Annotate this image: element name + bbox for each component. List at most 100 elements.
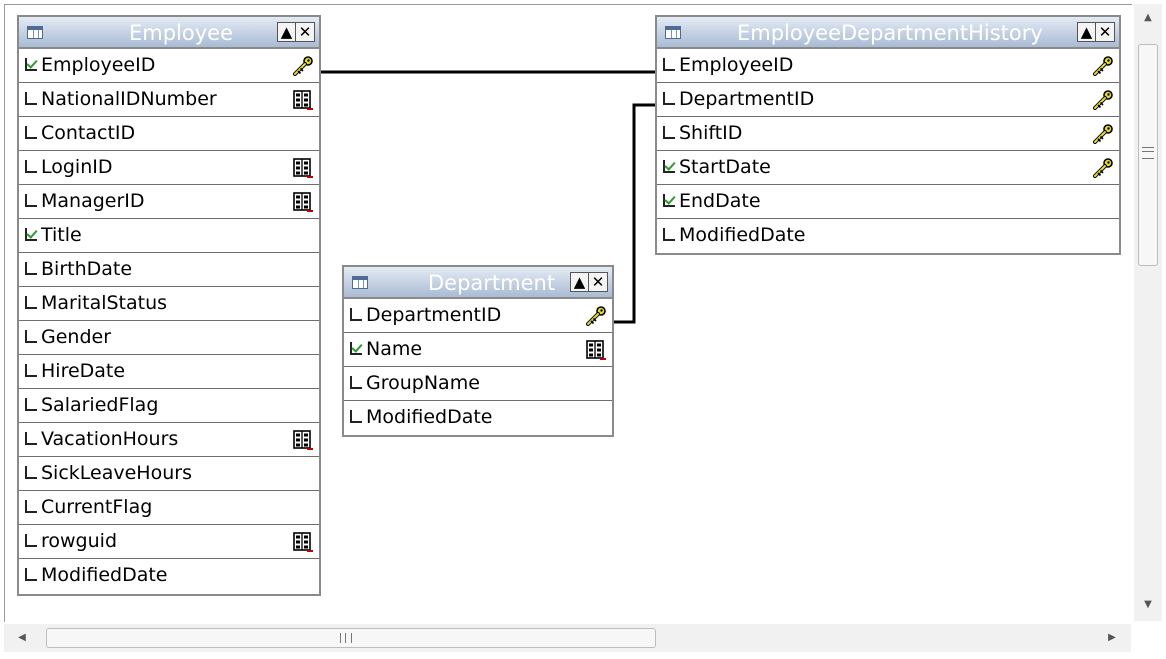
employee-department-history-table[interactable]: EmployeeDepartmentHistory ▲ ✕ EmployeeID… — [655, 15, 1121, 255]
column-row[interactable]: SalariedFlag — [19, 389, 319, 423]
column-row[interactable]: DepartmentID — [344, 299, 612, 333]
department-column-list: DepartmentID Name GroupName ModifiedDate — [344, 299, 612, 435]
column-checkbox[interactable] — [25, 364, 37, 377]
column-name: VacationHours — [41, 428, 179, 450]
diagram-window: Employee ▲ ✕ EmployeeID NationalIDNumber C… — [0, 0, 1166, 659]
column-checkbox[interactable] — [25, 58, 37, 71]
column-checkbox[interactable] — [25, 432, 37, 445]
column-row[interactable]: CurrentFlag — [19, 491, 319, 525]
horizontal-scrollbar[interactable]: ◀ ▶ — [4, 624, 1131, 652]
table-title: Employee — [129, 21, 234, 45]
column-row[interactable]: Name — [344, 333, 612, 367]
relationship-department-history[interactable] — [614, 103, 655, 324]
grip-icon — [1142, 147, 1154, 159]
column-checkbox[interactable] — [25, 194, 37, 207]
column-row[interactable]: EndDate — [657, 185, 1119, 219]
column-name: HireDate — [41, 360, 126, 382]
table-icon — [665, 26, 681, 39]
column-checkbox[interactable] — [25, 228, 37, 241]
column-name: ContactID — [41, 122, 136, 144]
employee-table[interactable]: Employee ▲ ✕ EmployeeID NationalIDNumber C… — [17, 15, 321, 596]
primary-key-icon — [1092, 158, 1114, 178]
column-checkbox[interactable] — [663, 58, 675, 71]
scroll-up-button[interactable]: ▲ — [570, 272, 589, 292]
column-checkbox[interactable] — [663, 126, 675, 139]
column-name: LoginID — [41, 156, 113, 178]
column-row[interactable]: Title — [19, 219, 319, 253]
column-checkbox[interactable] — [25, 126, 37, 139]
column-name: EmployeeID — [679, 54, 794, 76]
column-name: ModifiedDate — [41, 564, 168, 586]
column-name: rowguid — [41, 530, 117, 552]
column-name: Name — [366, 338, 423, 360]
column-row[interactable]: MaritalStatus — [19, 287, 319, 321]
column-name: ModifiedDate — [366, 406, 493, 428]
vertical-scrollbar[interactable]: ▲ ▼ — [1134, 4, 1162, 621]
close-table-button[interactable]: ✕ — [296, 22, 315, 42]
column-row[interactable]: ShiftID — [657, 117, 1119, 151]
column-checkbox[interactable] — [25, 330, 37, 343]
column-row[interactable]: StartDate — [657, 151, 1119, 185]
column-checkbox[interactable] — [25, 534, 37, 547]
diagram-pane[interactable]: Employee ▲ ✕ EmployeeID NationalIDNumber C… — [4, 4, 1132, 622]
table-title: EmployeeDepartmentHistory — [737, 21, 1043, 45]
scroll-right-arrow-icon[interactable]: ▶ — [1102, 628, 1122, 648]
column-name: ShiftID — [679, 122, 743, 144]
scroll-up-arrow-icon[interactable]: ▲ — [1138, 8, 1158, 28]
index-icon — [292, 90, 314, 110]
table-icon — [27, 26, 43, 39]
column-row[interactable]: ModifiedDate — [19, 559, 319, 593]
column-row[interactable]: BirthDate — [19, 253, 319, 287]
horizontal-scroll-thumb[interactable] — [46, 628, 656, 648]
column-row[interactable]: VacationHours — [19, 423, 319, 457]
history-title-bar[interactable]: EmployeeDepartmentHistory ▲ ✕ — [657, 17, 1119, 49]
column-row[interactable]: HireDate — [19, 355, 319, 389]
column-checkbox[interactable] — [350, 308, 362, 321]
scroll-up-button[interactable]: ▲ — [277, 22, 296, 42]
column-row[interactable]: ContactID — [19, 117, 319, 151]
column-checkbox[interactable] — [350, 410, 362, 423]
column-row[interactable]: DepartmentID — [657, 83, 1119, 117]
column-row[interactable]: ModifiedDate — [344, 401, 612, 435]
column-name: SalariedFlag — [41, 394, 159, 416]
column-row[interactable]: EmployeeID — [19, 49, 319, 83]
department-title-bar[interactable]: Department ▲ ✕ — [344, 267, 612, 299]
column-checkbox[interactable] — [350, 342, 362, 355]
column-checkbox[interactable] — [663, 160, 675, 173]
column-checkbox[interactable] — [663, 228, 675, 241]
column-row[interactable]: EmployeeID — [657, 49, 1119, 83]
column-checkbox[interactable] — [350, 376, 362, 389]
column-checkbox[interactable] — [25, 398, 37, 411]
column-checkbox[interactable] — [25, 160, 37, 173]
column-row[interactable]: NationalIDNumber — [19, 83, 319, 117]
column-checkbox[interactable] — [25, 296, 37, 309]
column-checkbox[interactable] — [25, 568, 37, 581]
table-title: Department — [428, 271, 556, 295]
primary-key-icon — [1092, 124, 1114, 144]
column-row[interactable]: SickLeaveHours — [19, 457, 319, 491]
column-name: Gender — [41, 326, 112, 348]
primary-key-icon — [1092, 56, 1114, 76]
column-row[interactable]: Gender — [19, 321, 319, 355]
column-checkbox[interactable] — [663, 194, 675, 207]
close-table-button[interactable]: ✕ — [589, 272, 608, 292]
column-checkbox[interactable] — [663, 92, 675, 105]
column-row[interactable]: GroupName — [344, 367, 612, 401]
vertical-scroll-thumb[interactable] — [1138, 44, 1158, 266]
column-checkbox[interactable] — [25, 466, 37, 479]
close-table-button[interactable]: ✕ — [1096, 22, 1115, 42]
column-name: GroupName — [366, 372, 480, 394]
column-row[interactable]: ManagerID — [19, 185, 319, 219]
scroll-up-button[interactable]: ▲ — [1077, 22, 1096, 42]
column-row[interactable]: LoginID — [19, 151, 319, 185]
scroll-down-arrow-icon[interactable]: ▼ — [1138, 595, 1158, 615]
column-checkbox[interactable] — [25, 500, 37, 513]
scroll-left-arrow-icon[interactable]: ◀ — [12, 628, 32, 648]
column-checkbox[interactable] — [25, 92, 37, 105]
department-table[interactable]: Department ▲ ✕ DepartmentID Name GroupName… — [342, 265, 614, 437]
employee-title-bar[interactable]: Employee ▲ ✕ — [19, 17, 319, 49]
column-checkbox[interactable] — [25, 262, 37, 275]
employee-column-list: EmployeeID NationalIDNumber ContactID Login… — [19, 49, 319, 593]
column-row[interactable]: rowguid — [19, 525, 319, 559]
column-row[interactable]: ModifiedDate — [657, 219, 1119, 253]
